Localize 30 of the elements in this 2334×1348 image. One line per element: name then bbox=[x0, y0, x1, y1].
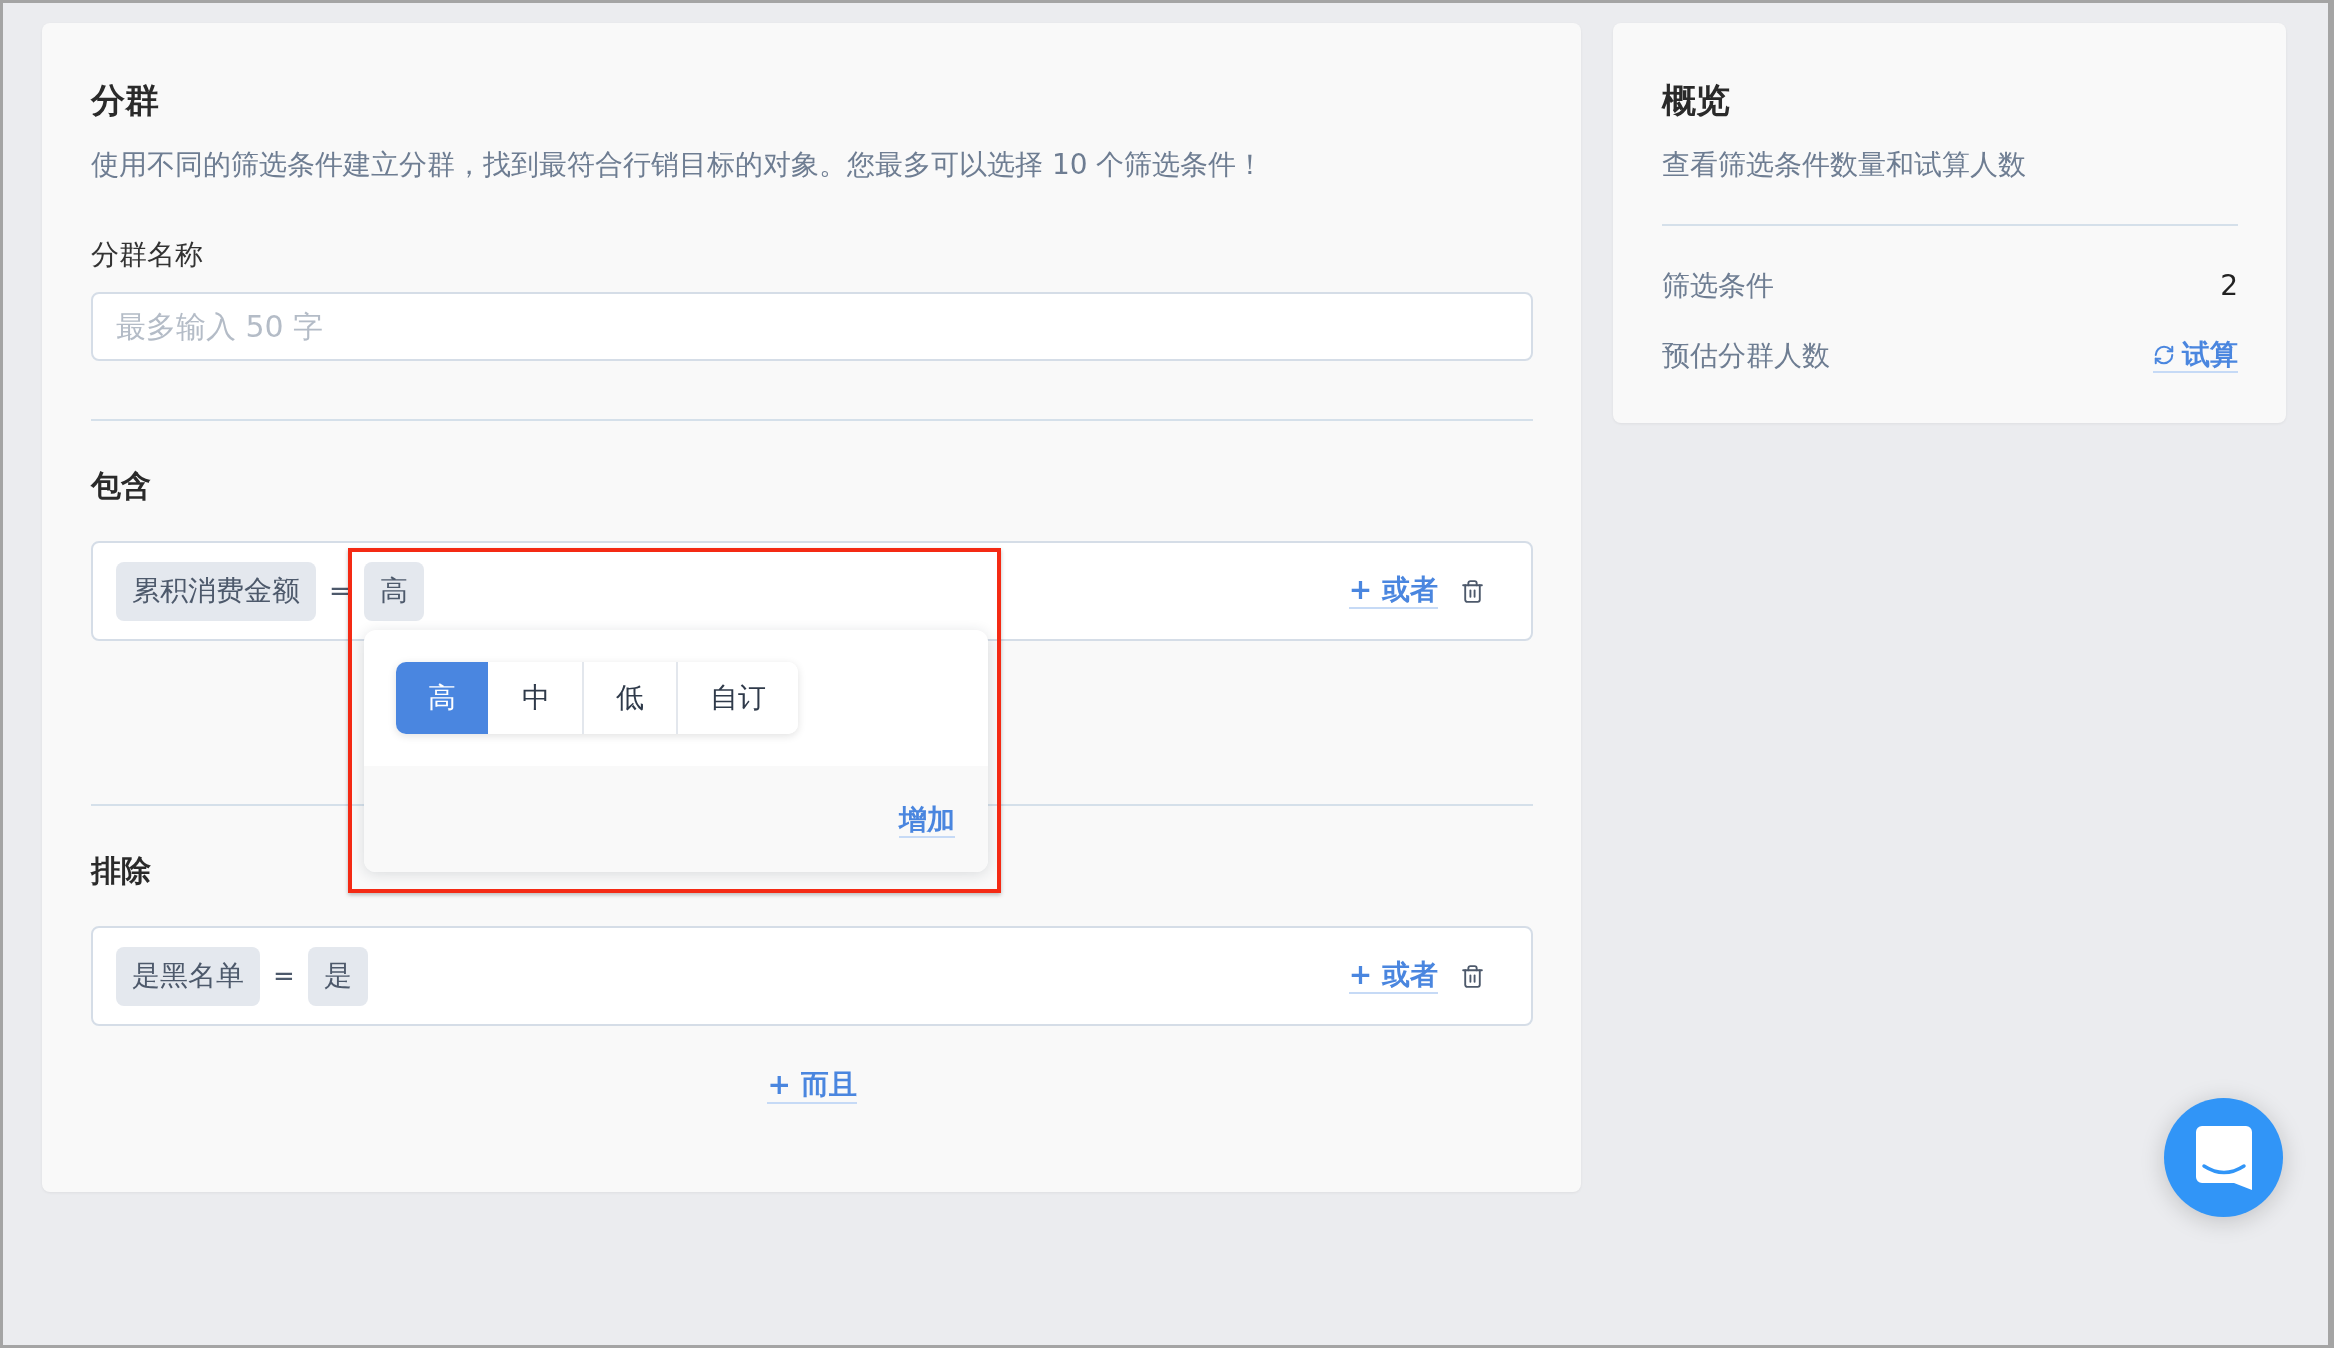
condition-value-tag[interactable]: 是 bbox=[307, 946, 368, 1006]
and-link[interactable]: + 而且 bbox=[767, 1068, 857, 1104]
overview-label: 筛选条件 bbox=[1662, 267, 1774, 304]
segment-name-input[interactable]: 最多输入 50 字 bbox=[91, 292, 1533, 361]
card-description: 使用不同的筛选条件建立分群，找到最符合行销目标的对象。您最多可以选择 10 个筛选条件！ bbox=[91, 147, 1265, 183]
segment-option[interactable]: 中 bbox=[487, 661, 582, 734]
trash-icon[interactable] bbox=[1460, 578, 1485, 604]
segment-option[interactable]: 高 bbox=[395, 661, 488, 734]
condition-field-tag[interactable]: 是黑名单 bbox=[116, 946, 260, 1006]
segment-option[interactable]: 低 bbox=[581, 661, 676, 734]
overview-label: 预估分群人数 bbox=[1662, 337, 1830, 374]
card-description: 查看筛选条件数量和试算人数 bbox=[1662, 147, 2026, 183]
operator-text: = bbox=[273, 961, 295, 991]
condition-field-tag[interactable]: 累积消费金额 bbox=[116, 561, 316, 621]
add-link[interactable]: 增加 bbox=[898, 802, 955, 839]
overview-value: 2 bbox=[2220, 269, 2238, 302]
card-title: 概览 bbox=[1662, 79, 1730, 122]
field-label: 分群名称 bbox=[91, 237, 203, 273]
section-title: 包含 bbox=[91, 467, 151, 505]
chat-bubble-icon bbox=[2195, 1125, 2252, 1190]
or-link[interactable]: + 或者 bbox=[1348, 958, 1438, 994]
refresh-icon bbox=[2153, 343, 2175, 366]
operator-text: = bbox=[329, 576, 351, 606]
estimate-link[interactable]: 试算 bbox=[2153, 337, 2238, 374]
or-link[interactable]: + 或者 bbox=[1348, 573, 1438, 609]
segment-option[interactable]: 自订 bbox=[675, 661, 798, 734]
section-title: 排除 bbox=[91, 852, 151, 890]
condition-value-tag[interactable]: 高 bbox=[363, 561, 424, 621]
card-title: 分群 bbox=[91, 79, 159, 122]
trash-icon[interactable] bbox=[1460, 963, 1485, 989]
